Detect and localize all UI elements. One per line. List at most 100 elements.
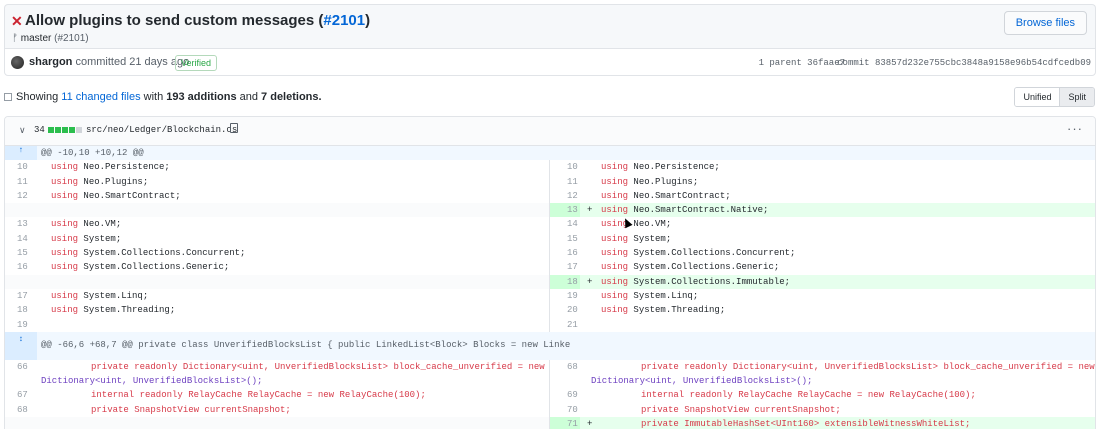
- line-number[interactable]: 18: [550, 277, 590, 287]
- code-line: using Neo.SmartContract.Native;: [601, 205, 769, 216]
- line-number[interactable]: 66: [5, 362, 37, 372]
- line-number[interactable]: 10: [550, 162, 590, 172]
- line-number[interactable]: 13: [550, 205, 590, 215]
- commit-meta: shargon committed 21 days ago Verified 1…: [4, 48, 1096, 76]
- code-line: private SnapshotView currentSnapshot;: [91, 404, 291, 415]
- branch-name[interactable]: master: [21, 33, 52, 44]
- line-number[interactable]: 16: [550, 248, 590, 258]
- parent-commit[interactable]: 1 parent 36faae7: [759, 58, 845, 68]
- line-number[interactable]: 12: [5, 191, 37, 201]
- diff-row: 18 using System.Threading; 20 using System…: [5, 303, 1095, 318]
- line-number[interactable]: 20: [550, 305, 590, 315]
- code-line: using System.Collections.Generic;: [601, 262, 780, 273]
- code-line: Dictionary<uint, UnverifiedBlocksList>()…: [591, 376, 813, 387]
- code-line: using Neo.Plugins;: [601, 176, 699, 187]
- code-line: private SnapshotView currentSnapshot;: [641, 404, 841, 415]
- line-number[interactable]: 69: [550, 390, 590, 400]
- diff-table: ↑ @@ -10,10 +10,12 @@ 10 using Neo.Persis…: [5, 146, 1095, 429]
- changed-files-link[interactable]: 11 changed files: [61, 91, 140, 103]
- empty-side: [5, 417, 550, 429]
- code-line: using System.Collections.Concurrent;: [51, 248, 246, 259]
- code-line: using Neo.SmartContract;: [601, 190, 731, 201]
- author-line: shargon committed 21 days ago: [29, 56, 189, 68]
- line-number[interactable]: 15: [5, 248, 37, 258]
- code-line: using System;: [601, 233, 672, 244]
- diff-summary: Showing 11 changed files with 193 additi…: [4, 91, 322, 103]
- line-number[interactable]: 19: [550, 291, 590, 301]
- code-line: Dictionary<uint, UnverifiedBlocksList>()…: [41, 376, 263, 387]
- line-number[interactable]: 10: [5, 162, 37, 172]
- expand-both-icon[interactable]: ↕: [5, 331, 37, 360]
- code-line: using System.Collections.Immutable;: [601, 276, 791, 287]
- line-number[interactable]: 19: [5, 320, 37, 330]
- line-number[interactable]: 11: [550, 177, 590, 187]
- diff-row: 11 using Neo.Plugins; 11 using Neo.Plugins…: [5, 174, 1095, 189]
- line-number[interactable]: 17: [5, 291, 37, 301]
- line-number[interactable]: 68: [550, 362, 590, 372]
- branch-icon: ᚠ: [12, 33, 18, 44]
- line-number[interactable]: 21: [550, 320, 590, 330]
- author-name[interactable]: shargon: [29, 56, 72, 68]
- line-number[interactable]: 68: [5, 405, 37, 415]
- browse-files-button[interactable]: Browse files: [1003, 11, 1087, 35]
- line-number[interactable]: 67: [5, 390, 37, 400]
- line-number[interactable]: 13: [5, 219, 37, 229]
- code-line: using Neo.VM;: [51, 219, 122, 230]
- code-line: private readonly Dictionary<uint, Unveri…: [641, 361, 1095, 372]
- diffstat-block: [55, 127, 61, 133]
- diff-row: 16 using System.Collections.Generic; 17 us…: [5, 260, 1095, 275]
- line-number[interactable]: 17: [550, 262, 590, 272]
- line-number[interactable]: 71: [550, 419, 590, 429]
- additions-count: 193 additions: [166, 91, 237, 103]
- copy-path-icon[interactable]: [230, 123, 238, 133]
- empty-side: [5, 274, 550, 289]
- avatar[interactable]: [11, 56, 24, 69]
- diffstat-block: [62, 127, 68, 133]
- diff-row-added: 13 + using Neo.SmartContract.Native;: [5, 203, 1095, 218]
- expand-up-icon[interactable]: ↑: [5, 146, 37, 161]
- diffstat-block: [69, 127, 75, 133]
- line-number[interactable]: 70: [550, 405, 590, 415]
- branch-pr[interactable]: (#2101): [54, 33, 88, 44]
- line-number[interactable]: 18: [5, 305, 37, 315]
- code-line: using System;: [51, 233, 122, 244]
- code-line: private readonly Dictionary<uint, Unveri…: [91, 361, 545, 372]
- line-number[interactable]: 14: [550, 219, 590, 229]
- diff-row: 17 using System.Linq; 19 using System.Linq…: [5, 288, 1095, 304]
- diffstat-block: [76, 127, 82, 133]
- line-number[interactable]: 15: [550, 234, 590, 244]
- view-toggle: Unified Split: [1014, 87, 1095, 107]
- hunk-header: ↑ @@ -10,10 +10,12 @@: [5, 146, 1095, 161]
- file-name[interactable]: src/neo/Ledger/Blockchain.cs: [86, 125, 237, 135]
- line-number[interactable]: 12: [550, 191, 590, 201]
- failure-x-icon[interactable]: ✕: [11, 13, 23, 30]
- code-line: internal readonly RelayCache RelayCache …: [641, 390, 976, 401]
- line-number[interactable]: 16: [5, 262, 37, 272]
- code-line: using Neo.VM;: [601, 219, 672, 230]
- diff-row: 14 using System; 15 using System;: [5, 231, 1095, 247]
- diff-row: 10 using Neo.Persistence; 10 using Neo.Per…: [5, 160, 1095, 175]
- diff-row-added: 71 + private ImmutableHashSet<UInt160> ext…: [5, 417, 1095, 429]
- code-line: private ImmutableHashSet<UInt160> extens…: [641, 419, 971, 429]
- commit-header: ✕ Allow plugins to send custom messages …: [4, 4, 1096, 48]
- diffstat-block: [48, 127, 54, 133]
- diff-row: 15 using System.Collections.Concurrent; 1…: [5, 246, 1095, 261]
- diffstat-count: 34: [34, 125, 45, 135]
- split-button[interactable]: Split: [1059, 88, 1094, 106]
- code-line: using System.Threading;: [601, 305, 726, 316]
- unified-button[interactable]: Unified: [1015, 88, 1060, 106]
- verified-badge[interactable]: Verified: [175, 55, 218, 71]
- pr-link[interactable]: #2101: [323, 12, 365, 29]
- code-line: using Neo.Persistence;: [51, 162, 170, 173]
- code-line: using Neo.SmartContract;: [51, 190, 181, 201]
- more-options-icon[interactable]: ···: [1067, 121, 1083, 136]
- code-line: using System.Threading;: [51, 305, 176, 316]
- collapse-chevron-icon[interactable]: ∨: [19, 125, 26, 136]
- code-line: using Neo.Plugins;: [51, 176, 149, 187]
- line-number[interactable]: 11: [5, 177, 37, 187]
- hunk-header: ↕ @@ -66,6 +68,7 @@ private class Unveri…: [5, 331, 1095, 360]
- line-number[interactable]: 14: [5, 234, 37, 244]
- commit-title: Allow plugins to send custom messages (#…: [25, 12, 371, 29]
- diffstat-bars: [48, 127, 82, 133]
- file-diff: ∨ 34 src/neo/Ledger/Blockchain.cs ··· ↑ …: [4, 116, 1096, 429]
